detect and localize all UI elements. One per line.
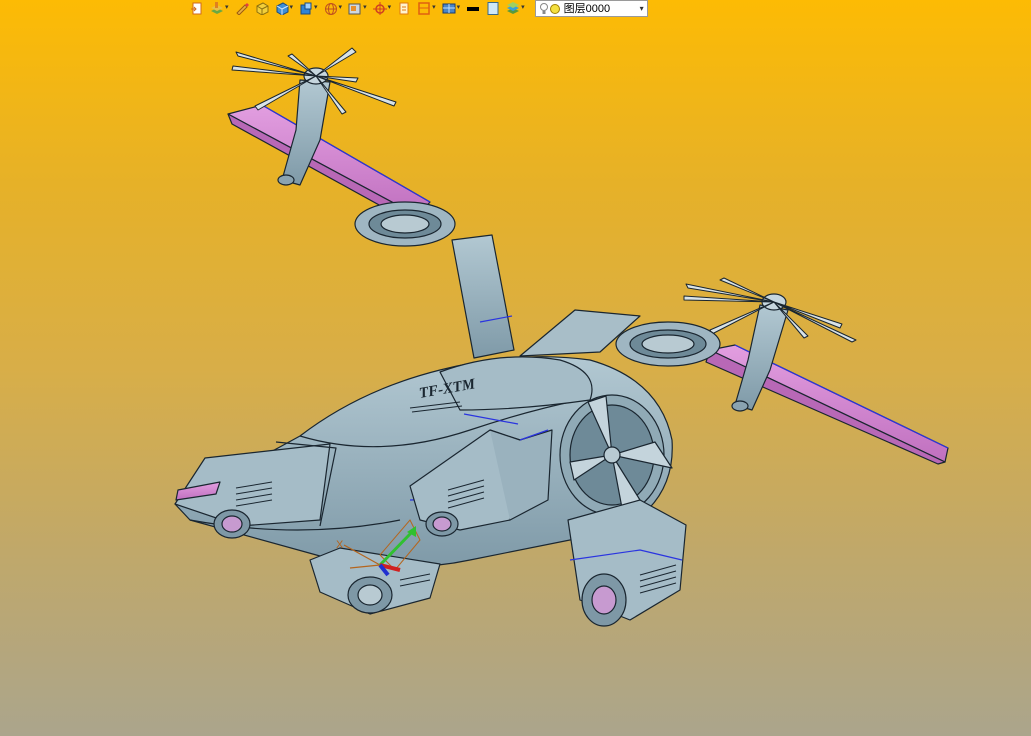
cad-viewport[interactable]: TF-XTM X: [0, 0, 1031, 736]
fan-duct-left[interactable]: [354, 201, 456, 247]
aircraft-model[interactable]: TF-XTM: [174, 47, 949, 627]
fan-duct-right[interactable]: [615, 321, 721, 367]
pylon-left[interactable]: [451, 234, 515, 359]
axis-x-label: X: [336, 539, 344, 551]
wheel-pod-rear[interactable]: [567, 499, 687, 627]
